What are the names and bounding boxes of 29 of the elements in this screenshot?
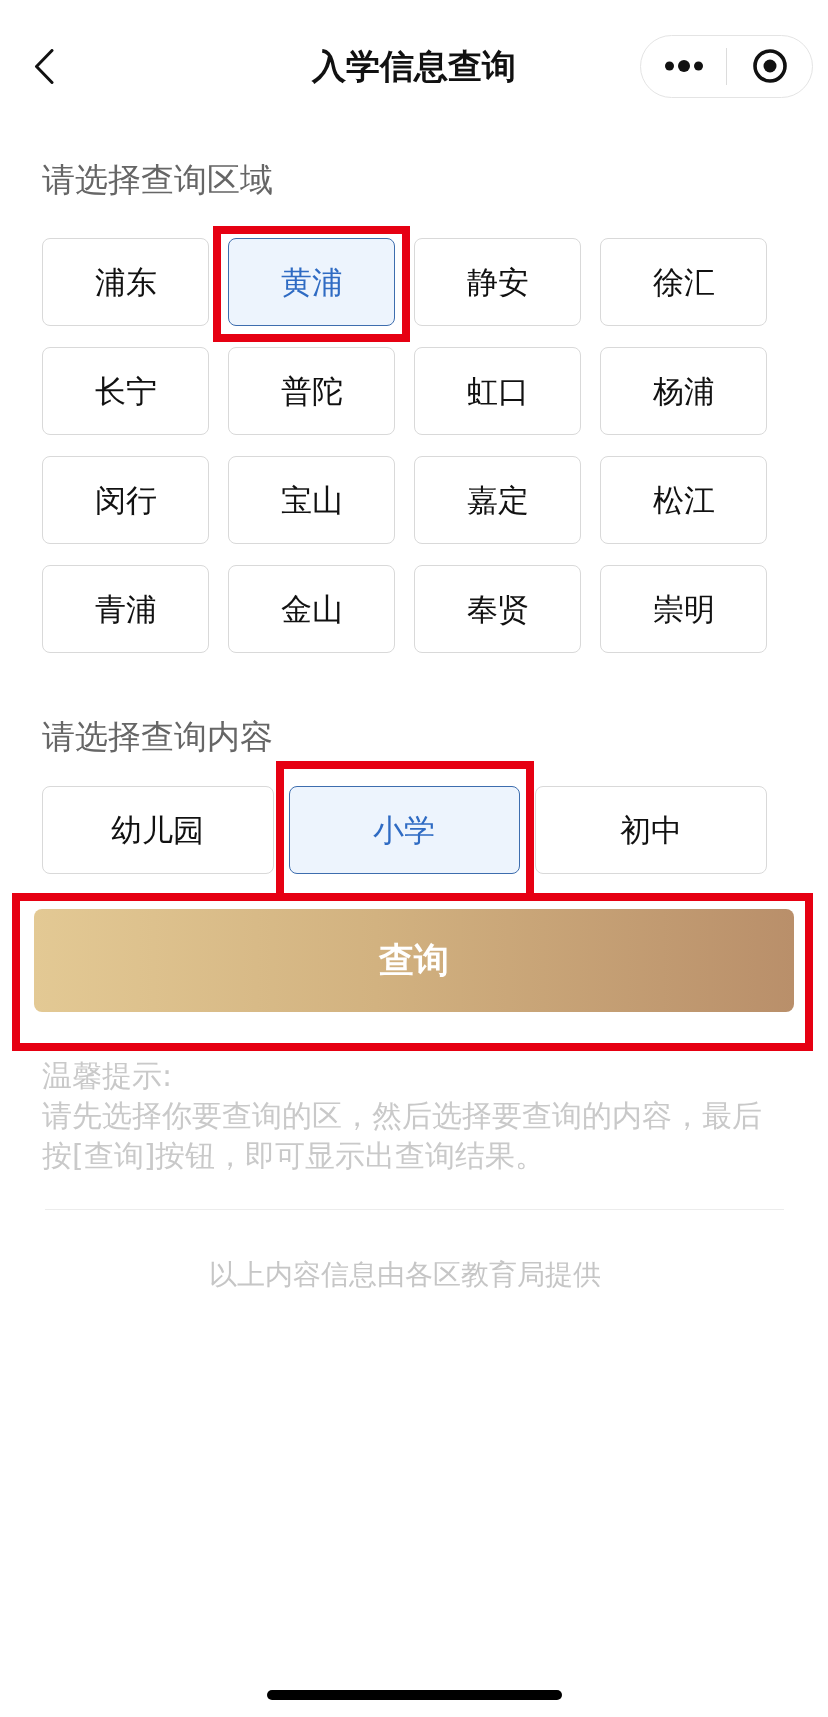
school-level-option[interactable]: 幼儿园 — [42, 786, 274, 874]
district-option[interactable]: 黄浦 — [228, 238, 395, 326]
district-option[interactable]: 杨浦 — [600, 347, 767, 435]
back-button[interactable] — [34, 48, 54, 84]
district-option[interactable]: 金山 — [228, 565, 395, 653]
district-option[interactable]: 松江 — [600, 456, 767, 544]
district-option[interactable]: 普陀 — [228, 347, 395, 435]
school-level-option[interactable]: 小学 — [288, 786, 521, 874]
district-option[interactable]: 奉贤 — [414, 565, 581, 653]
district-option[interactable]: 浦东 — [42, 238, 209, 326]
close-button[interactable] — [752, 49, 787, 83]
back-icon — [34, 48, 54, 84]
district-option[interactable]: 长宁 — [42, 347, 209, 435]
district-option[interactable]: 宝山 — [228, 456, 395, 544]
more-button[interactable] — [664, 60, 703, 72]
section-label: 请选择查询区域 — [42, 160, 273, 200]
page-title: 入学信息查询 — [312, 45, 516, 88]
district-option[interactable]: 静安 — [414, 238, 581, 326]
school-level-option[interactable]: 初中 — [535, 786, 767, 874]
district-option[interactable]: 闵行 — [42, 456, 209, 544]
target-icon — [752, 49, 787, 83]
district-option[interactable]: 青浦 — [42, 565, 209, 653]
district-option[interactable]: 虹口 — [414, 347, 581, 435]
district-option[interactable]: 嘉定 — [414, 456, 581, 544]
footer-note: 以上内容信息由各区教育局提供 — [208, 1257, 601, 1293]
district-option[interactable]: 崇明 — [600, 565, 767, 653]
district-option[interactable]: 徐汇 — [600, 238, 767, 326]
more-icon — [664, 60, 703, 72]
section-label: 请选择查询内容 — [42, 717, 273, 757]
